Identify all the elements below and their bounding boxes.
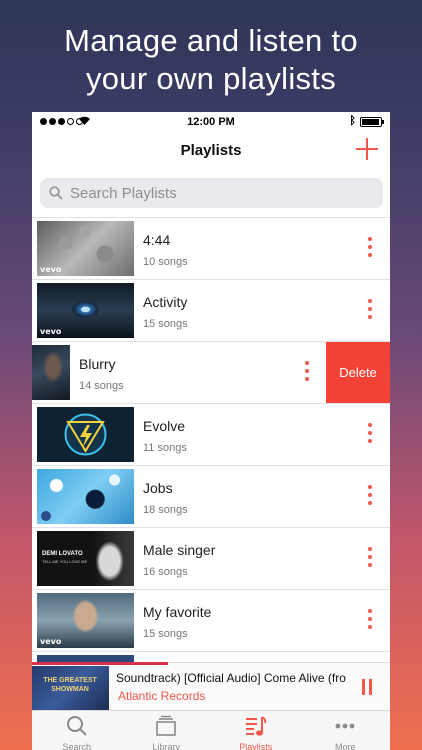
playlist-song-count: 10 songs — [143, 256, 188, 268]
album-artist-text: DEMI LOVATO — [42, 551, 83, 557]
more-options-icon[interactable] — [367, 485, 373, 507]
playlist-row-blurry[interactable]: Blurry 14 songs Delete — [32, 341, 390, 404]
vevo-logo: vevo — [40, 327, 62, 336]
headline-line-2: your own playlists — [85, 61, 337, 96]
more-options-icon[interactable] — [367, 299, 373, 321]
playlists-icon — [245, 716, 266, 736]
more-options-icon[interactable] — [367, 547, 373, 569]
playlist-thumbnail: vevo — [37, 221, 134, 276]
lightning-icon — [64, 413, 107, 456]
album-title-text: TELL ME YOU LOVE ME — [42, 559, 88, 564]
playlist-name: Jobs — [143, 480, 173, 496]
tab-label: Search — [62, 742, 92, 750]
add-playlist-button[interactable] — [354, 136, 380, 162]
delete-button[interactable]: Delete — [326, 342, 390, 404]
search-icon — [66, 716, 87, 736]
tab-label: More — [334, 742, 356, 750]
search-input[interactable] — [70, 178, 370, 208]
more-options-icon[interactable] — [367, 609, 373, 631]
tab-label: Playlists — [239, 742, 273, 750]
page-title: Playlists — [180, 142, 242, 159]
more-icon — [335, 723, 355, 729]
playlist-song-count: 15 songs — [143, 628, 188, 640]
playlist-song-count: 14 songs — [79, 380, 124, 392]
tab-playlists[interactable]: Playlists — [211, 711, 301, 750]
playlist-song-count: 16 songs — [143, 566, 188, 578]
status-bar: 12:00 PM ᛒ — [32, 112, 390, 132]
playlist-name: Evolve — [143, 418, 186, 434]
playlist-thumbnail: vevo — [37, 283, 134, 338]
playlist-thumbnail — [37, 407, 134, 462]
playlist-song-count: 11 songs — [143, 442, 187, 454]
more-options-icon[interactable] — [367, 237, 373, 259]
more-options-icon[interactable] — [367, 423, 373, 445]
nav-bar: Playlists — [32, 132, 390, 170]
playlist-name: 4:44 — [143, 232, 171, 248]
playlist-row-evolve[interactable]: Evolve 11 songs — [32, 403, 390, 465]
playlist-thumbnail — [37, 469, 134, 524]
playlist-song-count: 18 songs — [143, 504, 188, 516]
vevo-logo: vevo — [40, 637, 62, 646]
search-bar[interactable] — [40, 178, 383, 208]
vevo-logo: vevo — [40, 265, 62, 274]
playlist-row-jobs[interactable]: Jobs 18 songs — [32, 465, 390, 527]
tab-library[interactable]: Library — [122, 711, 212, 750]
playlist-row-activity[interactable]: vevo Activity 15 songs — [32, 279, 390, 341]
now-playing-title: Soundtrack) [Official Audio] Come Alive … — [116, 671, 346, 685]
headline: Manage and listen to your own playlists — [0, 22, 422, 98]
tab-label: Library — [152, 742, 180, 750]
playlist-row-4-44[interactable]: vevo 4:44 10 songs — [32, 217, 390, 279]
bluetooth-icon: ᛒ — [349, 115, 356, 127]
playlist-song-count: 15 songs — [143, 318, 188, 330]
tab-search[interactable]: Search — [32, 711, 122, 750]
label-logo — [41, 511, 51, 521]
playlist-thumbnail — [32, 345, 70, 400]
phone-screen: 12:00 PM ᛒ Playlists vevo 4:44 10 songs … — [32, 112, 390, 750]
playlist-row-male-singer[interactable]: DEMI LOVATO TELL ME YOU LOVE ME Male sin… — [32, 527, 390, 589]
artwork-title-text: THE GREATEST SHOWMAN — [43, 677, 97, 693]
headline-line-1: Manage and listen to — [64, 23, 358, 58]
now-playing-artwork: THE GREATEST SHOWMAN — [32, 666, 109, 711]
playlist-thumbnail: DEMI LOVATO TELL ME YOU LOVE ME — [37, 531, 134, 586]
more-options-icon[interactable] — [304, 361, 310, 383]
now-playing-artist: Atlantic Records — [118, 689, 206, 703]
status-time: 12:00 PM — [187, 116, 235, 128]
playlist-thumbnail: vevo — [37, 593, 134, 648]
playlist-name: Blurry — [79, 356, 116, 372]
tab-more[interactable]: More — [301, 711, 391, 750]
playback-progress[interactable] — [32, 662, 169, 665]
playlist-name: Male singer — [143, 542, 216, 558]
playlist-name: Activity — [143, 294, 188, 310]
library-icon — [156, 715, 177, 736]
pause-icon[interactable] — [360, 679, 374, 695]
playlist-row-my-favorite[interactable]: vevo My favorite 15 songs — [32, 589, 390, 651]
tab-bar: Search Library Playlists More — [32, 710, 390, 750]
playlist-name: My favorite — [143, 604, 212, 620]
battery-icon — [360, 117, 384, 127]
search-icon — [49, 186, 63, 200]
now-playing-bar[interactable]: THE GREATEST SHOWMAN Soundtrack) [Offici… — [32, 662, 390, 711]
